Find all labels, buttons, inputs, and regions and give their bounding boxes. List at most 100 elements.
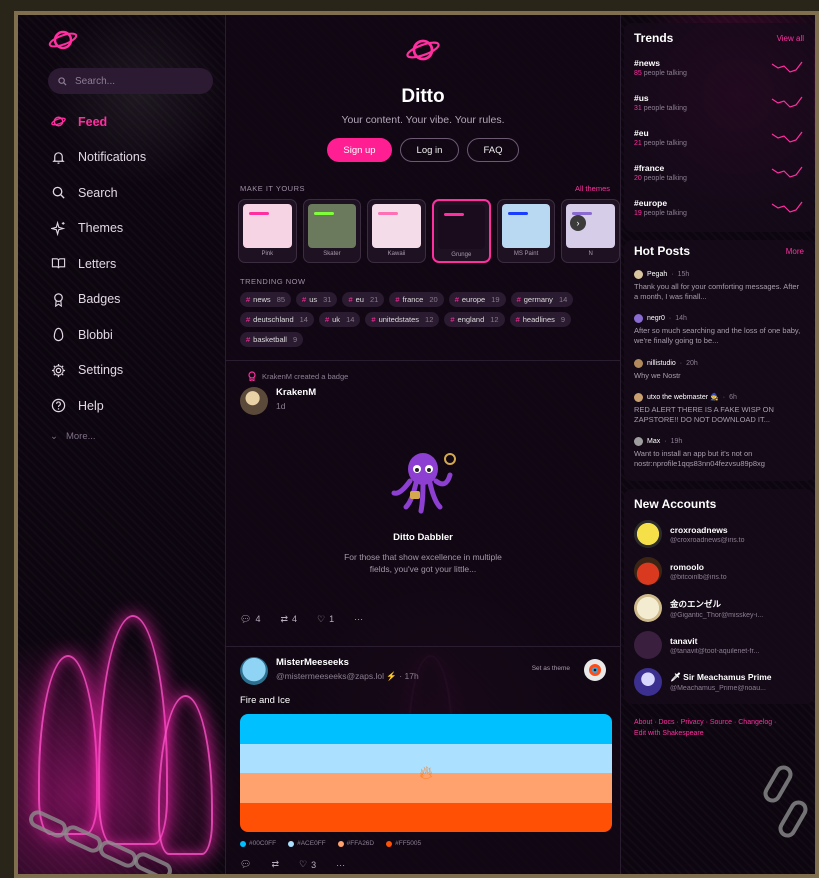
author-name[interactable]: MisterMeeseeks: [276, 657, 419, 668]
like-button[interactable]: ♡ 3: [299, 859, 316, 870]
account-item[interactable]: 金のエンゼル @Gigantic_Thor@misskey-i...: [634, 594, 804, 623]
avatar[interactable]: [240, 387, 268, 415]
trend-count-line: 19 people talking: [634, 210, 687, 217]
sidebar-item-search[interactable]: Search: [26, 175, 231, 211]
trend-item[interactable]: #france 20 people talking: [634, 163, 804, 185]
color-swatch: #FFA26D: [337, 840, 374, 847]
trending-tag[interactable]: # headlines 9: [509, 312, 572, 327]
more-link[interactable]: More: [786, 247, 804, 256]
login-button[interactable]: Log in: [400, 138, 459, 162]
author-handle-line: @mistermeeseeks@zaps.lol ⚡ · 17h: [276, 671, 419, 681]
account-item[interactable]: romoolo @bitcoinlb@iris.to: [634, 557, 804, 586]
trend-item[interactable]: #us 31 people talking: [634, 93, 804, 115]
reply-button[interactable]: 💬︎ 4: [240, 614, 260, 625]
hot-post-item[interactable]: negr0 · 14h After so much searching and the…: [634, 314, 804, 346]
theme-thumbnail: [243, 204, 292, 248]
like-button[interactable]: ♡ 1: [317, 614, 334, 625]
hot-post-item[interactable]: utxo the webmaster 🧙 · 6h RED ALERT THERE I…: [634, 392, 804, 425]
medal-icon: [248, 371, 256, 381]
trending-tag[interactable]: # unitedstates 12: [365, 312, 440, 327]
trending-tag[interactable]: # england 12: [444, 312, 505, 327]
more-options-button[interactable]: ···: [336, 860, 345, 870]
theme-post[interactable]: MisterMeeseeks @mistermeeseeks@zaps.lol …: [226, 646, 620, 874]
ditto-logo-icon[interactable]: [48, 27, 78, 53]
theme-label: Grunge: [451, 252, 472, 258]
trend-count: 19: [634, 210, 642, 217]
color-palette-preview[interactable]: 🔥︎: [240, 714, 612, 832]
theme-accent-bar: [378, 212, 399, 215]
trend-suffix: people talking: [643, 140, 687, 147]
account-item[interactable]: tanavit @tanavit@toot-aquilenet-fr...: [634, 631, 804, 660]
sidebar-item-letters[interactable]: Letters: [26, 246, 231, 282]
trending-tag[interactable]: # us 31: [296, 292, 338, 307]
theme-card[interactable]: Pink: [238, 199, 297, 263]
sidebar-item-settings[interactable]: Settings: [26, 353, 231, 389]
repost-button[interactable]: ⇄ 4: [280, 614, 297, 625]
sidebar-item-help[interactable]: Help: [26, 388, 231, 424]
trend-item[interactable]: #europe 19 people talking: [634, 198, 804, 220]
trending-tags: # news 85 # us 31 # eu 21 # france 20 # europe 19 # germ…: [226, 286, 620, 347]
avatar[interactable]: [240, 657, 268, 685]
signup-button[interactable]: Sign up: [327, 138, 392, 162]
set-as-theme-link[interactable]: Set as theme: [532, 665, 570, 672]
author-name[interactable]: KrakenM: [276, 387, 316, 398]
hot-post-item[interactable]: Pegah · 15h Thank you all for your comforti…: [634, 270, 804, 302]
trending-tag[interactable]: # germany 14: [510, 292, 574, 307]
sidebar-item-themes[interactable]: Themes: [26, 211, 231, 247]
repost-button[interactable]: ⇄: [271, 859, 279, 870]
search-input[interactable]: Search...: [48, 68, 213, 94]
theme-card[interactable]: MS Paint: [496, 199, 556, 263]
theme-card[interactable]: Skater: [302, 199, 362, 263]
trend-count-line: 31 people talking: [634, 105, 687, 112]
more-options-button[interactable]: ···: [354, 614, 363, 624]
swatch-dot: [337, 840, 344, 847]
theme-card[interactable]: Grunge: [431, 199, 491, 263]
swatch-dot: [240, 840, 246, 847]
tag-name: headlines: [522, 315, 555, 324]
sidebar-item-badges[interactable]: Badges: [26, 282, 231, 318]
trending-tag[interactable]: # europe 19: [448, 292, 506, 307]
theme-card[interactable]: Kawaii: [367, 199, 426, 263]
faq-button[interactable]: FAQ: [467, 138, 519, 162]
feed-icon: [50, 114, 66, 130]
eye-icon[interactable]: [584, 659, 606, 681]
theme-card[interactable]: N: [561, 199, 620, 263]
trending-tag[interactable]: # news 85: [240, 292, 292, 307]
view-all-link[interactable]: View all: [777, 34, 804, 43]
trending-tag[interactable]: # basketball 9: [240, 332, 304, 347]
trend-item[interactable]: #news 85 people talking: [634, 58, 804, 80]
like-count: 1: [329, 614, 335, 625]
account-name: tanavit: [670, 635, 698, 646]
trending-tag[interactable]: # uk 14: [318, 312, 361, 327]
badge-post[interactable]: KrakenM created a badge KrakenM 1d Ditto…: [226, 360, 620, 646]
hashtag-icon: #: [324, 315, 330, 324]
avatar: [634, 594, 662, 623]
sidebar-item-feed[interactable]: Feed: [26, 104, 231, 140]
trend-item[interactable]: #eu 21 people talking: [634, 128, 804, 150]
sidebar-item-blobbi[interactable]: Blobbi: [26, 317, 231, 353]
hot-post-item[interactable]: Max · 19h Want to install an app but it's n…: [634, 436, 804, 469]
all-themes-link[interactable]: All themes: [575, 184, 610, 193]
edit-with-shakespeare-link[interactable]: Edit with Shakespeare: [634, 729, 804, 740]
themes-heading: MAKE IT YOURS: [240, 184, 305, 193]
post-actions: 💬︎ ⇄ ♡ 3 ···: [240, 847, 606, 874]
theme-label: Kawaii: [387, 251, 406, 257]
hashtag-icon: #: [515, 315, 520, 324]
hot-posts-list: Pegah · 15h Thank you all for your comforti…: [634, 270, 804, 469]
octopus-badge-icon: [391, 453, 456, 514]
reply-button[interactable]: 💬︎: [240, 859, 251, 870]
account-item[interactable]: croxroadnews @croxroadnews@iris.to: [634, 520, 804, 549]
trend-count: 31: [634, 105, 642, 112]
footer-links-line[interactable]: About · Docs · Privacy · Source · Change…: [634, 718, 804, 729]
more-button[interactable]: ⌄ More...: [26, 424, 231, 450]
heart-icon: ♡: [317, 613, 326, 624]
theme-thumbnail: [307, 204, 357, 248]
trending-tag[interactable]: # france 20: [389, 292, 444, 307]
sidebar-item-notifications[interactable]: Notifications: [26, 140, 231, 176]
account-item[interactable]: 🗡 Sir Meachamus Prime @Meachamus_Prime@no…: [634, 668, 804, 697]
trending-tag[interactable]: # deutschland 14: [240, 312, 314, 327]
chevron-down-icon: ⌄: [50, 431, 58, 442]
trending-tag[interactable]: # eu 21: [342, 292, 385, 307]
hot-post-item[interactable]: nillistudio · 20h Why we Nostr: [634, 358, 804, 381]
chevron-right-icon[interactable]: ›: [570, 215, 586, 231]
